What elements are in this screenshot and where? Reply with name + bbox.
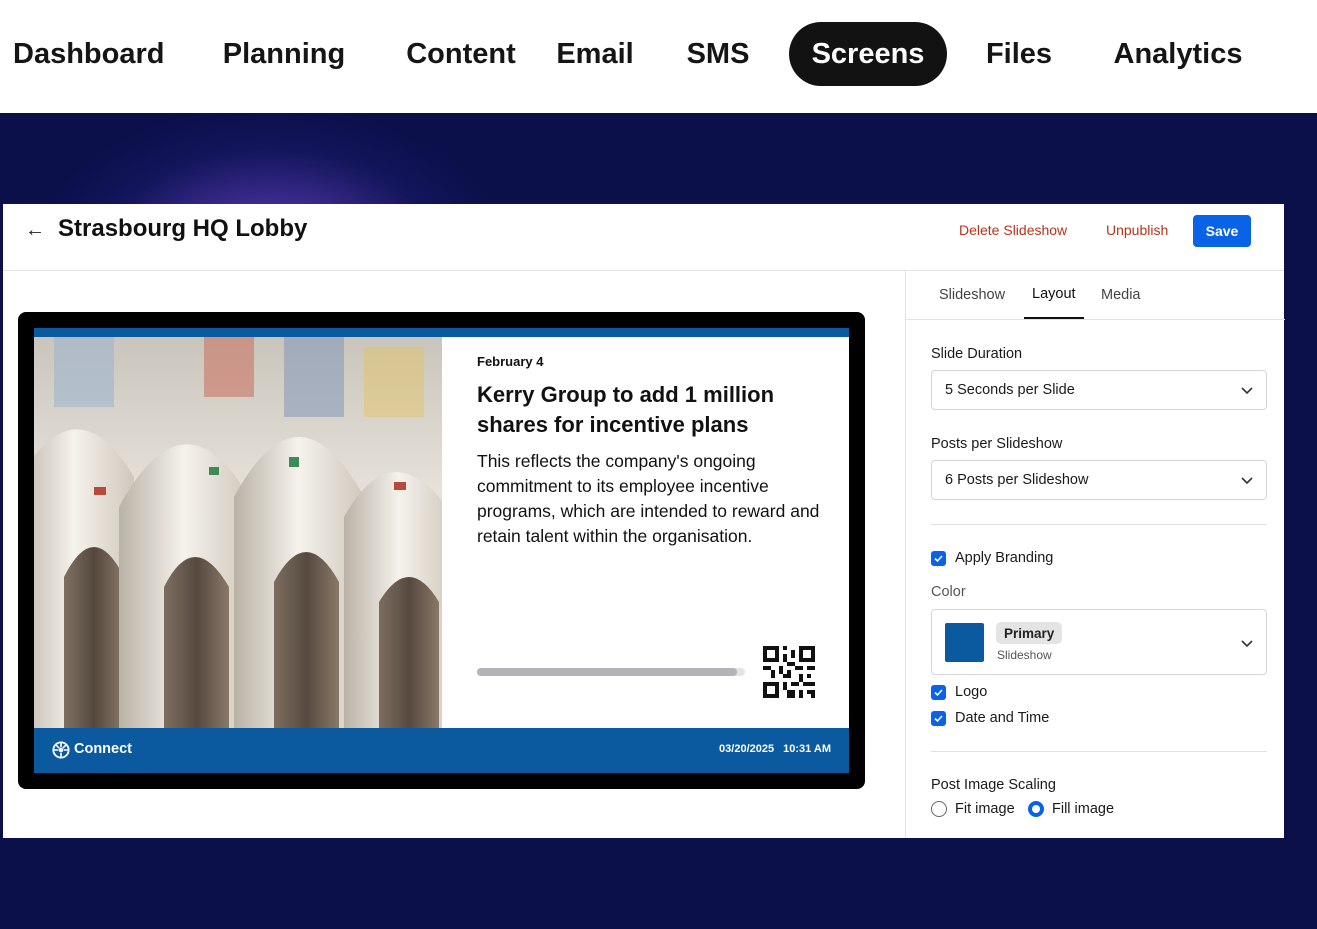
nav-item-screens[interactable]: Screens <box>789 22 947 86</box>
nav-item-files[interactable]: Files <box>986 22 1052 86</box>
fit-image-radio[interactable]: Fit image <box>931 800 1015 818</box>
slide-duration-select[interactable]: 5 Seconds per Slide <box>931 370 1267 410</box>
color-label: Color <box>931 584 966 600</box>
fit-image-label: Fit image <box>955 801 1015 817</box>
layout-settings-panel: Slideshow Layout Media Slide Duration 5 … <box>905 271 1285 838</box>
nav-item-dashboard[interactable]: Dashboard <box>13 22 164 86</box>
nav-item-analytics[interactable]: Analytics <box>1113 22 1243 86</box>
post-body: This reflects the company's ongoing comm… <box>477 451 820 546</box>
save-button[interactable]: Save <box>1193 215 1251 247</box>
screen-preview: February 4 Kerry Group to add 1 million … <box>18 312 865 789</box>
radio-unselected-icon <box>931 801 947 817</box>
checkbox-checked-icon <box>931 684 946 700</box>
slide-duration-label: Slide Duration <box>931 346 1023 362</box>
image-scaling-label: Post Image Scaling <box>931 777 1056 793</box>
slide-progress-fill <box>477 668 737 676</box>
color-select[interactable]: Primary Slideshow <box>931 609 1267 675</box>
slide-duration-value: 5 Seconds per Slide <box>945 382 1075 398</box>
delete-slideshow-button[interactable]: Delete Slideshow <box>959 222 1067 238</box>
posts-per-slideshow-label: Posts per Slideshow <box>931 436 1063 452</box>
connect-logo-icon <box>52 741 70 759</box>
nav-item-content[interactable]: Content <box>405 22 517 86</box>
radio-selected-icon <box>1028 801 1044 817</box>
checkbox-checked-icon <box>931 550 946 566</box>
nav-item-email[interactable]: Email <box>556 22 633 86</box>
logo-label: Logo <box>955 684 988 700</box>
editor-header: ← Strasbourg HQ Lobby Delete Slideshow U… <box>3 204 1284 271</box>
tab-layout[interactable]: Layout <box>1024 271 1084 319</box>
chevron-down-icon <box>1241 640 1253 648</box>
settings-tabs: Slideshow Layout Media <box>906 271 1285 320</box>
date-and-time-checkbox[interactable]: Date and Time <box>931 709 1049 727</box>
color-swatch <box>945 623 984 662</box>
fill-image-label: Fill image <box>1052 801 1115 817</box>
brand-footer-bar: Connect 03/20/2025 10:31 AM <box>34 728 849 773</box>
slideshow-editor: ← Strasbourg HQ Lobby Delete Slideshow U… <box>3 204 1285 838</box>
fill-image-radio[interactable]: Fill image <box>1028 800 1114 818</box>
posts-per-slideshow-value: 6 Posts per Slideshow <box>945 472 1089 488</box>
top-navigation: Dashboard Planning Content Email SMS Scr… <box>0 0 1317 113</box>
footer-time: 10:31 AM <box>783 743 831 755</box>
arrow-left-icon[interactable]: ← <box>24 219 46 241</box>
footer-date: 03/20/2025 <box>719 743 775 755</box>
page-title: Strasbourg HQ Lobby <box>58 215 308 242</box>
slide-canvas: February 4 Kerry Group to add 1 million … <box>34 328 849 773</box>
footer-date-time: 03/20/2025 10:31 AM <box>719 743 831 755</box>
section-divider <box>931 524 1267 525</box>
color-name-badge: Primary <box>996 622 1063 644</box>
newspapers-image <box>34 337 442 728</box>
section-divider <box>931 751 1267 752</box>
logo-checkbox[interactable]: Logo <box>931 683 987 701</box>
apply-branding-checkbox[interactable]: Apply Branding <box>931 549 1053 567</box>
nav-item-planning[interactable]: Planning <box>223 22 345 86</box>
unpublish-button[interactable]: Unpublish <box>1106 222 1168 238</box>
tab-slideshow[interactable]: Slideshow <box>939 271 1005 319</box>
checkbox-checked-icon <box>931 710 946 726</box>
apply-branding-label: Apply Branding <box>955 550 1054 566</box>
brand-top-bar <box>34 328 849 337</box>
color-source: Slideshow <box>997 648 1052 662</box>
slide-progress-bar <box>477 668 745 676</box>
date-and-time-label: Date and Time <box>955 710 1050 726</box>
post-date: February 4 <box>477 354 544 369</box>
tab-media[interactable]: Media <box>1101 271 1141 319</box>
qr-code-icon <box>763 646 815 698</box>
chevron-down-icon <box>1241 387 1253 395</box>
post-image <box>34 337 442 728</box>
brand-name: Connect <box>74 741 132 757</box>
posts-per-slideshow-select[interactable]: 6 Posts per Slideshow <box>931 460 1267 500</box>
post-headline: Kerry Group to add 1 million shares for … <box>477 382 775 437</box>
nav-item-sms[interactable]: SMS <box>686 22 750 86</box>
chevron-down-icon <box>1241 477 1253 485</box>
